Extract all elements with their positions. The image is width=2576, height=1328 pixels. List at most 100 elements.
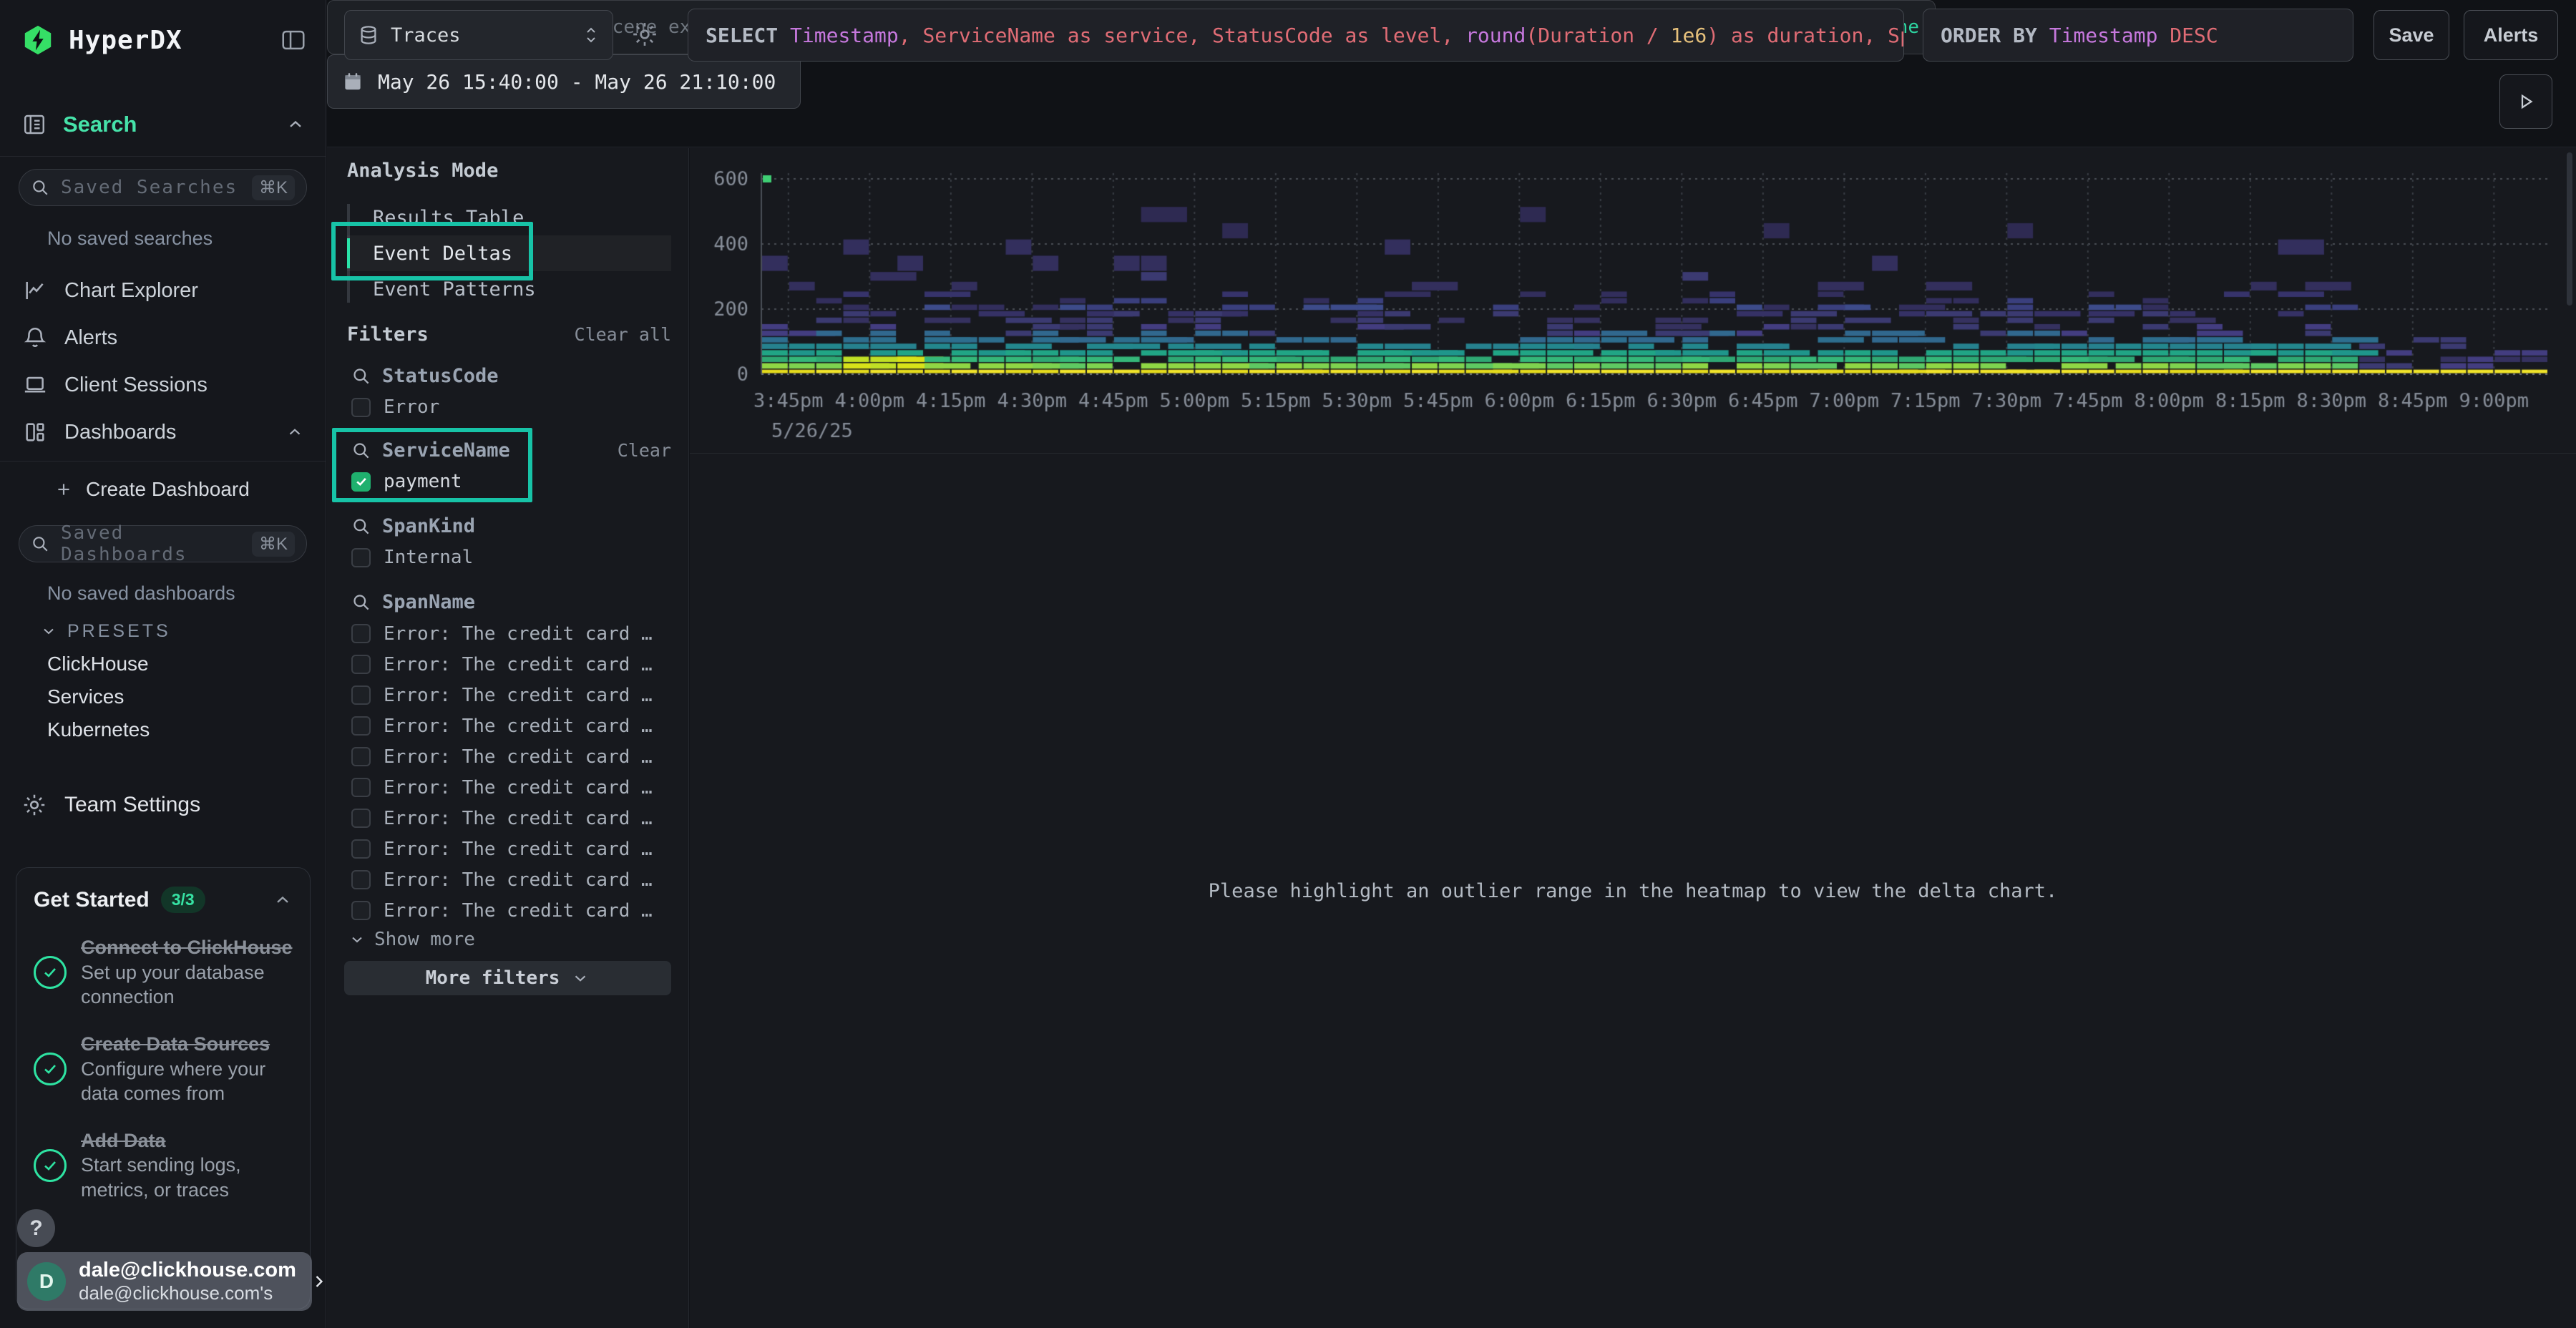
get-started-step-sources[interactable]: Create Data Sources Configure where your… [34, 1032, 293, 1106]
save-button[interactable]: Save [2373, 10, 2449, 60]
show-more-label: Show more [374, 929, 475, 950]
order-by-editor[interactable]: ORDER BY Timestamp DESC [1923, 9, 2353, 62]
saved-searches-input[interactable]: Saved Searches ⌘K [19, 169, 307, 206]
search-icon[interactable] [351, 441, 371, 460]
filter-option-spanname[interactable]: Error: The credit card … [351, 773, 659, 802]
checkbox-icon[interactable] [351, 624, 371, 643]
search-icon[interactable] [351, 592, 371, 612]
checkbox-icon[interactable] [351, 655, 371, 674]
clear-all-filters-link[interactable]: Clear all [575, 324, 671, 345]
filter-option-spanname[interactable]: Error: The credit card … [351, 804, 659, 833]
sidebar-item-search[interactable]: Search [21, 104, 306, 145]
search-icon[interactable] [351, 517, 371, 536]
user-account-chip[interactable]: D dale@clickhouse.com dale@clickhouse.co… [17, 1252, 312, 1311]
filter-option-payment[interactable]: payment [351, 467, 671, 496]
filters-panel: Analysis Mode Results Table Event Deltas… [327, 148, 689, 1328]
filter-option-label: Error: The credit card … [384, 746, 653, 768]
checkbox-icon[interactable] [351, 716, 371, 736]
step-title: Add Data [81, 1129, 293, 1153]
checkbox-icon[interactable] [351, 747, 371, 766]
preset-kubernetes[interactable]: Kubernetes [47, 714, 150, 746]
presets-toggle[interactable]: PRESETS [40, 617, 171, 645]
filter-option-spanname[interactable]: Error: The credit card … [351, 896, 659, 925]
checkbox-icon[interactable] [351, 398, 371, 417]
filter-option-spanname[interactable]: Error: The credit card … [351, 711, 659, 741]
shortcut-badge: ⌘K [252, 532, 295, 557]
checkbox-checked-icon[interactable] [351, 472, 371, 492]
scrollbar-thumb[interactable] [2567, 152, 2572, 306]
checkbox-icon[interactable] [351, 685, 371, 705]
chevron-up-icon[interactable] [273, 890, 293, 910]
chevron-down-icon [40, 622, 57, 640]
collapse-sidebar-icon[interactable] [280, 26, 307, 54]
source-select-value: Traces [391, 24, 571, 47]
checkbox-icon[interactable] [351, 778, 371, 797]
filter-option-internal[interactable]: Internal [351, 543, 671, 572]
more-filters-label: More filters [426, 967, 560, 989]
create-dashboard-button[interactable]: Create Dashboard [54, 472, 250, 507]
mode-event-patterns[interactable]: Event Patterns [347, 271, 671, 307]
more-filters-button[interactable]: More filters [344, 961, 671, 995]
filter-option-spanname[interactable]: Error: The credit card … [351, 680, 659, 710]
filter-option-spanname[interactable]: Error: The credit card … [351, 650, 659, 679]
search-icon[interactable] [351, 366, 371, 386]
saved-searches-placeholder: Saved Searches [61, 177, 240, 198]
mode-results-table[interactable]: Results Table [347, 200, 671, 235]
filter-option-label: Internal [384, 547, 473, 568]
no-saved-dashboards-text: No saved dashboards [47, 582, 235, 605]
duration-heatmap[interactable] [690, 148, 2576, 453]
sidebar: HyperDX Search Saved Searches ⌘K No save… [0, 0, 326, 1328]
sidebar-item-search-label: Search [63, 112, 137, 137]
show-more-toggle[interactable]: Show more [348, 925, 475, 954]
step-description: Configure where your data comes from [81, 1057, 293, 1106]
checkbox-icon[interactable] [351, 548, 371, 567]
hyperdx-logo-icon [21, 24, 54, 57]
sidebar-item-dashboards[interactable]: Dashboards [0, 409, 326, 455]
sidebar-item-client-sessions[interactable]: Client Sessions [0, 362, 326, 408]
filter-group-label: SpanKind [382, 515, 475, 537]
preset-label: Services [47, 685, 124, 708]
sidebar-item-label: Dashboards [64, 421, 176, 444]
checkbox-icon[interactable] [351, 870, 371, 889]
run-query-button[interactable] [2499, 74, 2552, 129]
get-started-step-add-data[interactable]: Add Data Start sending logs, metrics, or… [34, 1129, 293, 1203]
presets-label: PRESETS [67, 621, 171, 642]
checkbox-icon[interactable] [351, 901, 371, 920]
time-range-picker[interactable]: May 26 15:40:00 - May 26 21:10:00 [327, 54, 801, 109]
clear-servicename-link[interactable]: Clear [618, 440, 671, 461]
filter-option-spanname[interactable]: Error: The credit card … [351, 742, 659, 771]
saved-dashboards-input[interactable]: Saved Dashboards ⌘K [19, 525, 307, 562]
sidebar-item-alerts[interactable]: Alerts [0, 315, 326, 361]
preset-services[interactable]: Services [47, 681, 124, 713]
get-started-step-connect[interactable]: Connect to ClickHouse Set up your databa… [34, 936, 293, 1010]
sidebar-item-chart-explorer[interactable]: Chart Explorer [0, 268, 326, 313]
step-description: Set up your database connection [81, 960, 293, 1010]
shortcut-badge: ⌘K [252, 175, 295, 200]
select-updown-icon [582, 24, 600, 46]
step-title: Connect to ClickHouse [81, 936, 293, 960]
alerts-button[interactable]: Alerts [2464, 10, 2558, 60]
preset-clickhouse[interactable]: ClickHouse [47, 648, 149, 680]
filter-option-label: Error [384, 396, 439, 418]
sidebar-item-team-settings[interactable]: Team Settings [21, 786, 200, 824]
checkbox-icon[interactable] [351, 839, 371, 859]
preset-label: Kubernetes [47, 718, 150, 741]
filter-option-spanname[interactable]: Error: The credit card … [351, 834, 659, 864]
span-name-options: Error: The credit card …Error: The credi… [327, 619, 688, 927]
step-title: Create Data Sources [81, 1032, 293, 1057]
get-started-title: Get Started [34, 888, 150, 912]
filter-option-spanname[interactable]: Error: The credit card … [351, 619, 659, 648]
filter-option-error[interactable]: Error [351, 393, 671, 421]
chevron-down-icon [348, 931, 366, 948]
help-button[interactable]: ? [17, 1209, 55, 1247]
filter-option-spanname[interactable]: Error: The credit card … [351, 865, 659, 894]
filter-group-label: ServiceName [382, 439, 510, 462]
source-select[interactable]: Traces [344, 10, 613, 60]
mode-event-deltas[interactable]: Event Deltas [347, 235, 671, 271]
sql-select-editor[interactable]: SELECT Timestamp, ServiceName as service… [688, 9, 1904, 62]
filter-group-spanname: SpanName [351, 589, 671, 615]
source-settings-gear-icon[interactable] [630, 20, 659, 49]
brand-title: HyperDX [69, 26, 182, 55]
checkbox-icon[interactable] [351, 809, 371, 828]
no-saved-searches-text: No saved searches [47, 228, 213, 250]
